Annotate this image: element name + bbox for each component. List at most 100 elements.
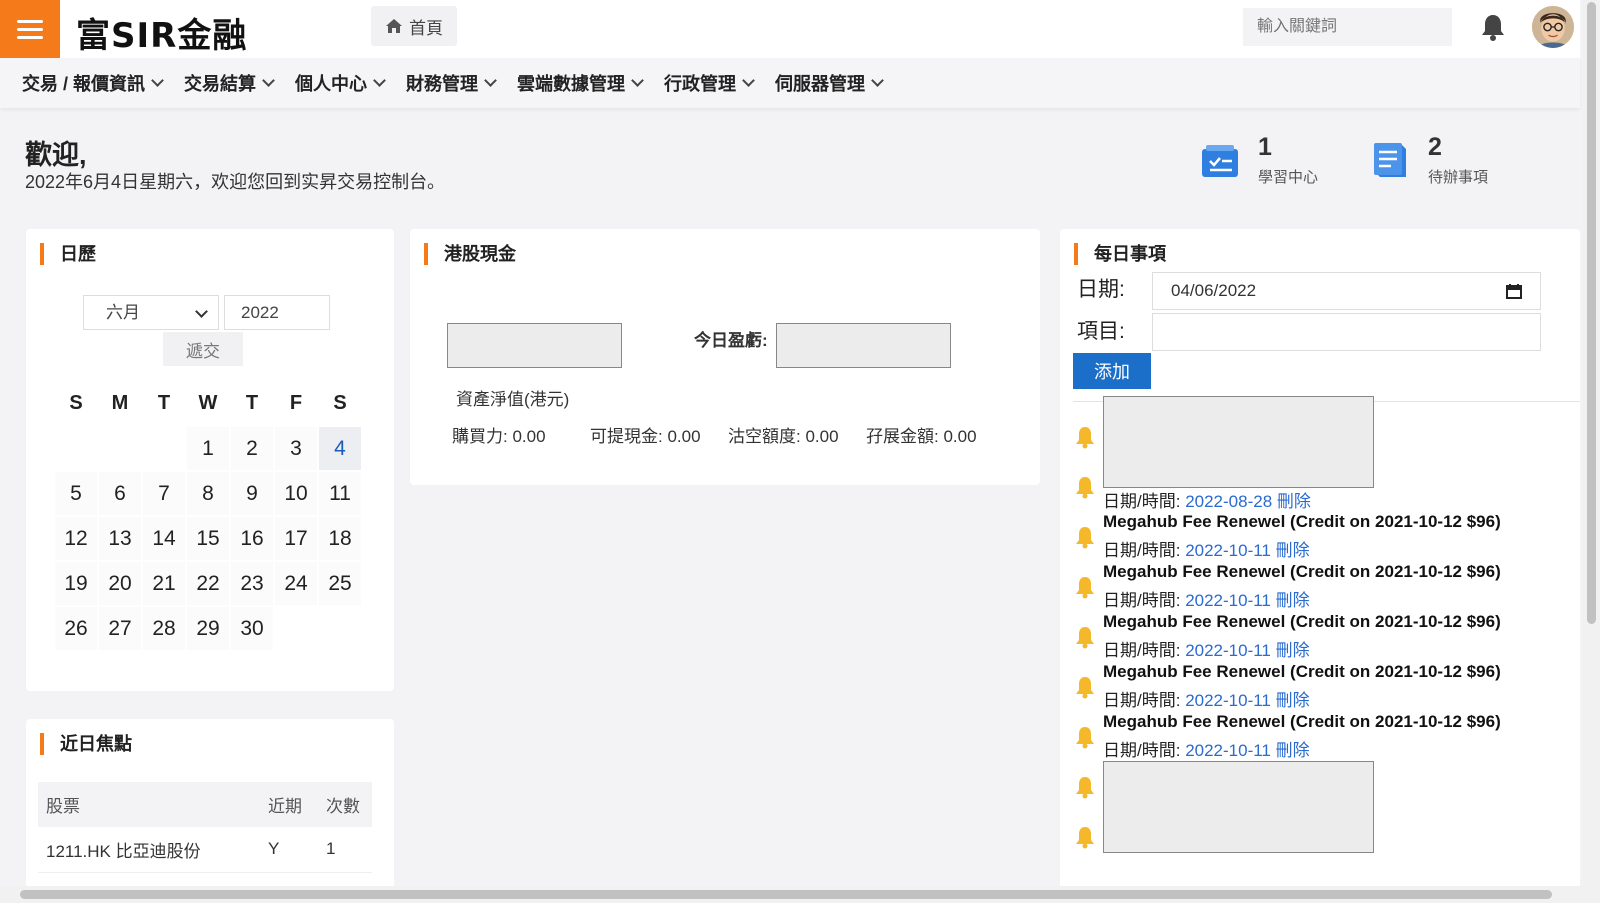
calendar-submit-button[interactable]: 遞交 <box>163 332 243 366</box>
calendar-picker-icon[interactable] <box>1506 283 1522 299</box>
calendar-day[interactable]: 28 <box>143 607 185 650</box>
nav-admin[interactable]: 行政管理 <box>664 70 755 96</box>
event-date: 日期/時間: 2022-10-11 刪除 <box>1103 686 1310 711</box>
bell-icon <box>1076 577 1094 599</box>
user-avatar[interactable] <box>1530 4 1576 50</box>
calendar-day[interactable]: 7 <box>143 472 185 515</box>
nav-trade-quote[interactable]: 交易 / 報價資訊 <box>22 70 164 96</box>
todo-stat[interactable]: 2 待辦事項 <box>1368 133 1488 187</box>
year-input[interactable] <box>224 295 330 330</box>
calendar-day[interactable]: 10 <box>275 472 317 515</box>
nav-label: 財務管理 <box>406 74 479 94</box>
event-date-prefix: 日期/時間: <box>1103 541 1181 560</box>
event-date-link[interactable]: 2022-08-28 <box>1185 492 1272 511</box>
nav-label: 個人中心 <box>295 74 368 94</box>
todo-count: 2 <box>1428 133 1442 161</box>
calendar-day[interactable]: 5 <box>55 472 97 515</box>
event-date-link[interactable]: 2022-10-11 <box>1185 541 1271 560</box>
today-pnl-label: 今日盈虧: <box>694 331 768 350</box>
bell-icon <box>1076 627 1094 649</box>
event-delete-link[interactable]: 刪除 <box>1276 541 1310 560</box>
calendar-day[interactable]: 25 <box>319 562 361 605</box>
item-input[interactable] <box>1152 313 1541 351</box>
calendar-day[interactable]: 17 <box>275 517 317 560</box>
scroll-thumb[interactable] <box>20 890 1552 899</box>
nav-cloud-data[interactable]: 雲端數據管理 <box>517 70 644 96</box>
table-header-row: 股票 近期 次數 <box>38 782 372 827</box>
calendar-day[interactable]: 30 <box>231 607 273 650</box>
calendar-day-today[interactable]: 4 <box>319 427 361 470</box>
weekday-header: S <box>69 392 83 414</box>
calendar-day[interactable]: 26 <box>55 607 97 650</box>
home-label: 首頁 <box>409 18 443 38</box>
chevron-down-icon <box>871 74 884 87</box>
event-date: 日期/時間: 2022-10-11 刪除 <box>1103 536 1310 561</box>
event-date: 日期/時間: 2022-10-11 刪除 <box>1103 736 1310 761</box>
event-date-link[interactable]: 2022-10-11 <box>1185 741 1271 760</box>
event-delete-link[interactable]: 刪除 <box>1276 741 1310 760</box>
welcome-subtitle: 2022年6月4日星期六，欢迎您回到实昇交易控制台。 <box>25 172 446 192</box>
event-delete-link[interactable]: 刪除 <box>1276 641 1310 660</box>
chevron-down-icon <box>151 74 164 87</box>
calendar-day[interactable]: 29 <box>187 607 229 650</box>
calendar-day[interactable]: 24 <box>275 562 317 605</box>
event-date-link[interactable]: 2022-10-11 <box>1185 641 1271 660</box>
calendar-day[interactable]: 22 <box>187 562 229 605</box>
nav-personal[interactable]: 個人中心 <box>295 70 386 96</box>
event-delete-link[interactable]: 刪除 <box>1276 691 1310 710</box>
table-row[interactable]: 1211.HK 比亞迪股份 Y 1 <box>38 827 372 873</box>
event-delete-link[interactable]: 刪除 <box>1277 492 1311 511</box>
calendar-day[interactable]: 15 <box>187 517 229 560</box>
today-pnl-box <box>776 323 951 368</box>
short-sell-limit: 沽空額度: 0.00 <box>728 427 839 446</box>
add-item-button[interactable]: 添加 <box>1073 353 1151 389</box>
calendar-day[interactable]: 2 <box>231 427 273 470</box>
calendar-day[interactable]: 12 <box>55 517 97 560</box>
month-select[interactable]: 六月 <box>83 295 219 330</box>
vertical-scrollbar[interactable] <box>1583 0 1600 903</box>
nav-finance[interactable]: 財務管理 <box>406 70 497 96</box>
todo-list-icon <box>1374 143 1406 177</box>
scroll-thumb[interactable] <box>1587 2 1596 624</box>
bell-icon <box>1076 477 1094 499</box>
date-input[interactable]: 04/06/2022 <box>1152 272 1541 310</box>
calendar-day[interactable]: 8 <box>187 472 229 515</box>
calendar-day[interactable]: 16 <box>231 517 273 560</box>
calendar-day[interactable]: 13 <box>99 517 141 560</box>
column-header-recent: 近期 <box>260 782 318 827</box>
event-delete-link[interactable]: 刪除 <box>1276 591 1310 610</box>
calendar-day[interactable]: 20 <box>99 562 141 605</box>
event-date-link[interactable]: 2022-10-11 <box>1185 591 1271 610</box>
calendar-day[interactable]: 6 <box>99 472 141 515</box>
calendar-day[interactable]: 23 <box>231 562 273 605</box>
nav-server[interactable]: 伺服器管理 <box>775 70 884 96</box>
daily-items-panel: 每日事項 日期: 04/06/2022 項目: 添加 日期/時間: 2022-0… <box>1060 229 1580 889</box>
withdrawable-cash: 可提現金: 0.00 <box>590 427 701 446</box>
calendar-blank <box>143 427 185 470</box>
notification-bell-icon[interactable] <box>1480 13 1506 41</box>
calendar-day[interactable]: 27 <box>99 607 141 650</box>
nav-label: 交易結算 <box>184 74 257 94</box>
calendar-day[interactable]: 3 <box>275 427 317 470</box>
calendar-blank <box>99 427 141 470</box>
calendar-day[interactable]: 9 <box>231 472 273 515</box>
calendar-day[interactable]: 19 <box>55 562 97 605</box>
item-label: 項目: <box>1077 320 1125 343</box>
calendar-day[interactable]: 11 <box>319 472 361 515</box>
nav-settlement[interactable]: 交易結算 <box>184 70 275 96</box>
home-button[interactable]: 首頁 <box>371 6 457 46</box>
learning-center-stat[interactable]: 1 學習中心 <box>1198 133 1318 187</box>
event-date-link[interactable]: 2022-10-11 <box>1185 691 1271 710</box>
nav-label: 行政管理 <box>664 74 737 94</box>
net-asset-label: 資產淨值(港元) <box>456 390 570 409</box>
calendar-day[interactable]: 1 <box>187 427 229 470</box>
calendar-day[interactable]: 14 <box>143 517 185 560</box>
search-input[interactable] <box>1243 8 1452 46</box>
nav-label: 雲端數據管理 <box>517 74 626 94</box>
calendar-day[interactable]: 18 <box>319 517 361 560</box>
horizontal-scrollbar[interactable] <box>0 886 1583 903</box>
hamburger-menu-button[interactable] <box>0 0 60 58</box>
calendar-day[interactable]: 21 <box>143 562 185 605</box>
weekday-header: T <box>245 392 259 414</box>
column-header-stock: 股票 <box>38 782 260 827</box>
